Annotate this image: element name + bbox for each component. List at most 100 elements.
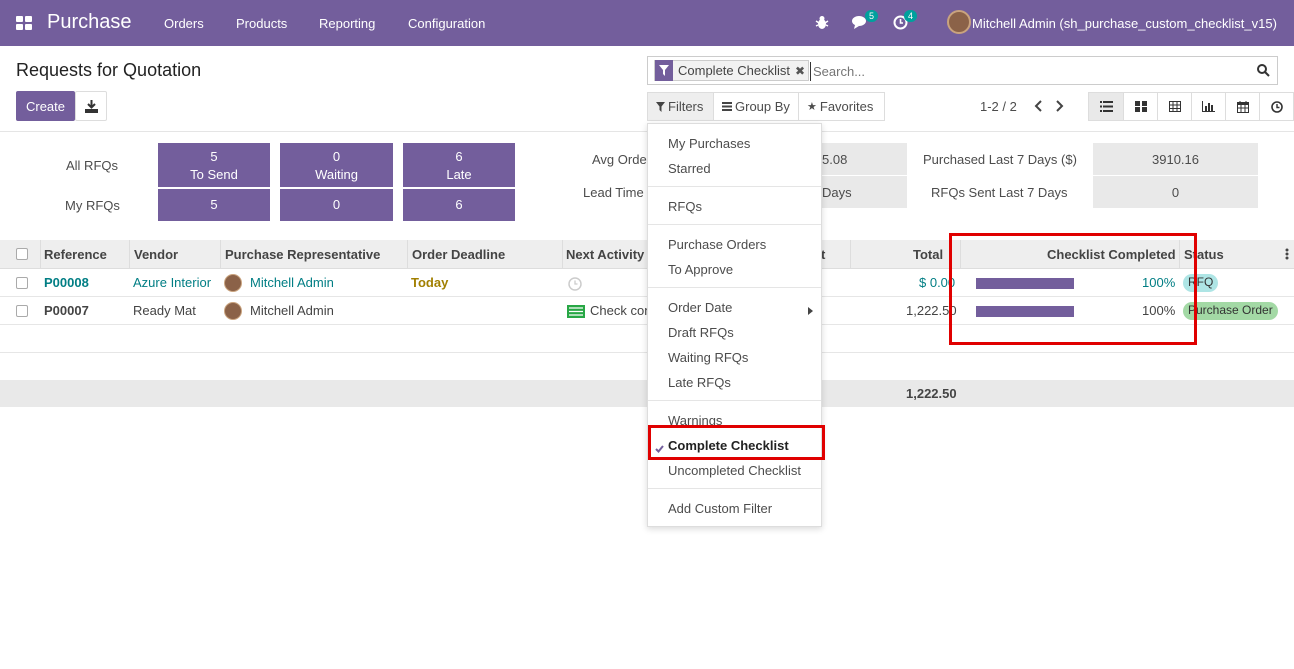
header-purchase-representative[interactable]: Purchase Representative (225, 247, 380, 262)
list-bars-icon (722, 102, 732, 111)
grand-total: 1,222.50 (906, 386, 957, 401)
kanban-view-icon[interactable] (1123, 93, 1157, 120)
search-icon[interactable] (1257, 64, 1270, 77)
pager-next-icon[interactable] (1055, 100, 1064, 115)
status-badge: Purchase Order (1183, 302, 1278, 320)
activities-count-badge: 4 (903, 10, 917, 22)
app-brand[interactable]: Purchase (47, 11, 132, 34)
filter-purchase-orders[interactable]: Purchase Orders (668, 237, 766, 252)
tile-to-send[interactable]: 5 To Send (158, 143, 270, 187)
tile-my-waiting[interactable]: 0 (280, 189, 393, 221)
row-representative[interactable]: Mitchell Admin (250, 303, 334, 318)
calendar-view-icon[interactable] (1225, 93, 1259, 120)
add-custom-filter[interactable]: Add Custom Filter (668, 501, 772, 516)
activity-clock-icon[interactable]: 4 (893, 10, 917, 31)
view-switcher (1088, 92, 1294, 121)
tile-waiting-label: Waiting (315, 167, 358, 182)
all-rfqs-label: All RFQs (66, 158, 118, 173)
row-vendor[interactable]: Ready Mat (133, 303, 196, 318)
messages-chat-icon[interactable]: 5 (852, 10, 878, 31)
row-checkbox[interactable] (16, 305, 28, 317)
avg-order-value: 5.08 (822, 143, 907, 175)
tile-my-to-send[interactable]: 5 (158, 189, 270, 221)
rep-avatar (224, 274, 242, 292)
groupby-label: Group By (735, 99, 790, 114)
tile-waiting[interactable]: 0 Waiting (280, 143, 393, 187)
user-menu[interactable]: Mitchell Admin (sh_purchase_custom_check… (972, 16, 1277, 31)
menu-reporting[interactable]: Reporting (319, 16, 375, 31)
purchased-7days-label: Purchased Last 7 Days ($) (923, 152, 1077, 167)
row-checkbox[interactable] (16, 277, 28, 289)
menu-configuration[interactable]: Configuration (408, 16, 485, 31)
messages-count-badge: 5 (864, 10, 878, 22)
row-deadline: Today (411, 275, 449, 290)
my-rfqs-label: My RFQs (65, 198, 120, 213)
tile-to-send-label: To Send (190, 167, 238, 182)
filter-uncompleted-checklist[interactable]: Uncompleted Checklist (668, 463, 801, 478)
filter-starred[interactable]: Starred (668, 161, 711, 176)
pager-previous-icon[interactable] (1034, 100, 1043, 115)
list-view-icon[interactable] (1089, 93, 1123, 120)
filter-draft-rfqs[interactable]: Draft RFQs (668, 325, 734, 340)
pager-value[interactable]: 1-2 / 2 (980, 99, 1017, 114)
tile-to-send-value: 5 (210, 149, 218, 164)
search-input[interactable] (810, 62, 1250, 81)
filters-dropdown-menu: My Purchases Starred RFQs Purchase Order… (647, 123, 822, 527)
graph-view-icon[interactable] (1191, 93, 1225, 120)
filter-to-approve[interactable]: To Approve (668, 262, 733, 277)
search-facet-complete-checklist[interactable]: Complete Checklist ✖ (654, 60, 810, 81)
header-next-activity[interactable]: Next Activity (566, 247, 644, 262)
filters-label: Filters (668, 99, 704, 114)
menu-orders[interactable]: Orders (164, 16, 204, 31)
purchased-7days-value: 3910.16 (1093, 143, 1258, 175)
tile-waiting-value: 0 (332, 149, 341, 164)
filter-order-date[interactable]: Order Date (668, 300, 732, 315)
header-total[interactable]: Total (913, 247, 943, 262)
rfqs-sent-7days-label: RFQs Sent Last 7 Days (931, 185, 1068, 200)
filter-waiting-rfqs[interactable]: Waiting RFQs (668, 350, 748, 365)
rfqs-sent-7days-value: 0 (1093, 176, 1258, 208)
lead-time-value: Days (822, 176, 907, 208)
optional-columns-icon[interactable] (1285, 248, 1289, 263)
tile-my-late[interactable]: 6 (403, 189, 515, 221)
filter-my-purchases[interactable]: My Purchases (668, 136, 750, 151)
select-all-checkbox[interactable] (16, 248, 28, 260)
filter-icon (656, 101, 665, 112)
tile-late-value: 6 (455, 149, 463, 164)
facet-label: Complete Checklist (678, 63, 790, 78)
favorites-toggle-button[interactable]: ★ Favorites (798, 92, 885, 121)
rep-avatar (224, 302, 242, 320)
avg-order-label: Avg Orde (592, 152, 647, 167)
star-icon: ★ (807, 101, 817, 113)
activity-todo-icon[interactable] (567, 305, 585, 321)
menu-products[interactable]: Products (236, 16, 287, 31)
caret-right-icon (808, 303, 813, 318)
header-reference[interactable]: Reference (44, 247, 107, 262)
row-reference: P00007 (44, 303, 89, 318)
activity-clock-icon[interactable] (568, 277, 582, 294)
top-navbar: Purchase Orders Products Reporting Confi… (0, 0, 1294, 46)
user-avatar[interactable] (947, 10, 971, 34)
pivot-view-icon[interactable] (1157, 93, 1191, 120)
row-vendor[interactable]: Azure Interior (133, 275, 211, 290)
filter-late-rfqs[interactable]: Late RFQs (668, 375, 731, 390)
apps-menu-icon[interactable] (16, 16, 32, 30)
filter-rfqs[interactable]: RFQs (668, 199, 702, 214)
tile-late[interactable]: 6 Late (403, 143, 515, 187)
lead-time-label: Lead Time (583, 185, 644, 200)
export-download-button[interactable] (75, 91, 107, 121)
filters-toggle-button[interactable]: Filters (647, 92, 714, 121)
header-order-deadline[interactable]: Order Deadline (412, 247, 505, 262)
header-vendor[interactable]: Vendor (134, 247, 178, 262)
highlight-checklist-column (949, 233, 1197, 345)
facet-remove-icon[interactable]: ✖ (795, 64, 808, 78)
search-bar[interactable]: Complete Checklist ✖ (647, 56, 1278, 85)
page-title: Requests for Quotation (16, 60, 202, 80)
filter-funnel-icon (655, 60, 673, 81)
activity-view-icon[interactable] (1259, 93, 1293, 120)
debug-bug-icon[interactable] (815, 15, 829, 31)
row-representative[interactable]: Mitchell Admin (250, 275, 334, 290)
groupby-toggle-button[interactable]: Group By (713, 92, 799, 121)
create-button[interactable]: Create (16, 91, 75, 121)
favorites-label: Favorites (819, 99, 874, 114)
